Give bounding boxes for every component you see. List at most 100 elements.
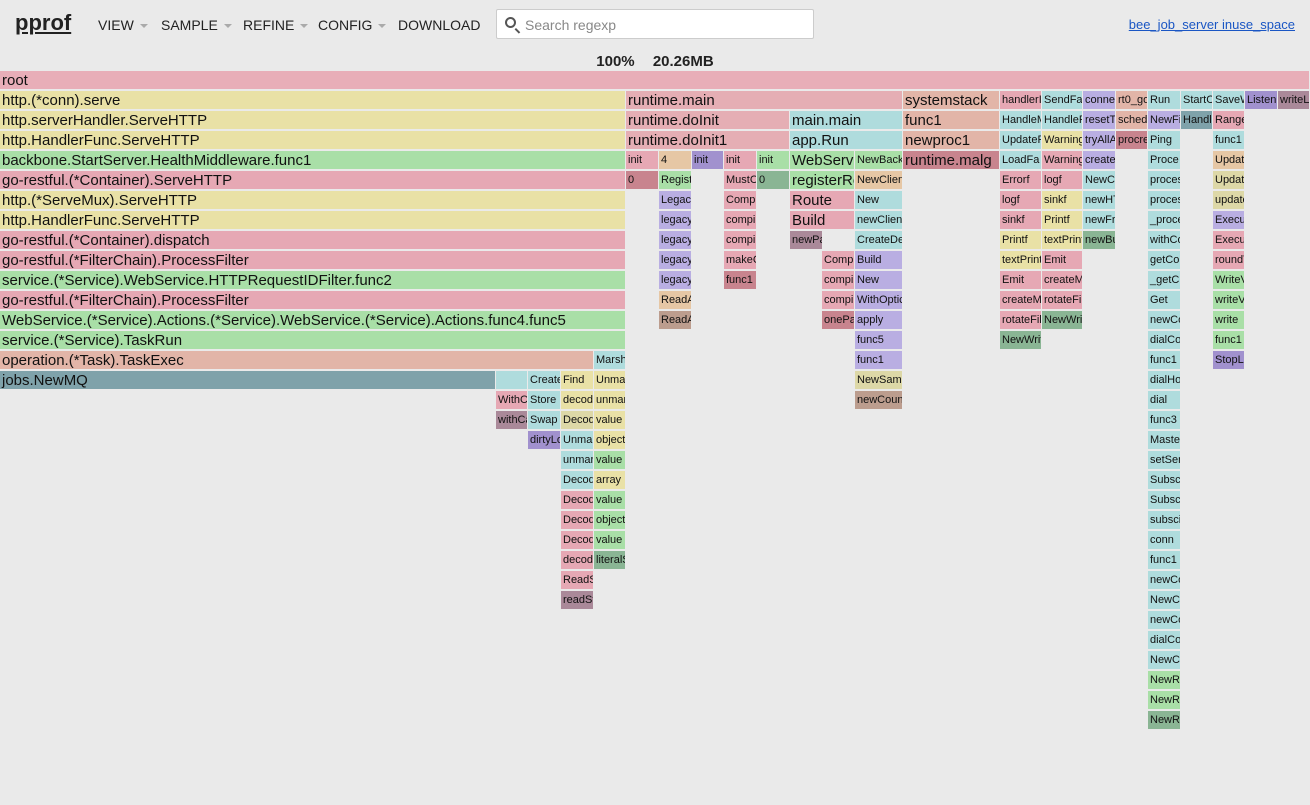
flame-frame[interactable]: update xyxy=(1213,191,1245,210)
flame-frame[interactable]: NewFi xyxy=(1148,111,1181,130)
flame-frame[interactable]: WebService.(*Service).Actions.(*Service)… xyxy=(0,311,626,330)
flame-frame[interactable]: Legac xyxy=(659,191,692,210)
flame-frame[interactable]: sinkf xyxy=(1042,191,1083,210)
flame-frame[interactable]: NewR xyxy=(1148,671,1181,690)
flame-frame[interactable]: array xyxy=(594,471,626,490)
flame-frame[interactable]: registerRoute xyxy=(790,171,855,190)
flame-frame[interactable]: compi xyxy=(822,291,855,310)
flame-frame[interactable]: Emit xyxy=(1042,251,1083,270)
flame-frame[interactable]: writeV xyxy=(1213,291,1245,310)
flame-frame[interactable]: LoadFa xyxy=(1000,151,1042,170)
flame-frame[interactable]: Emit xyxy=(1000,271,1042,290)
flame-frame[interactable]: NewC xyxy=(1148,651,1181,670)
flame-frame[interactable]: conne xyxy=(1083,91,1116,110)
flame-frame[interactable]: textPrint xyxy=(1042,231,1083,250)
flame-frame[interactable]: NewClien xyxy=(855,171,903,190)
flame-frame[interactable]: compi xyxy=(724,231,757,250)
flame-frame[interactable]: http.HandlerFunc.ServeHTTP xyxy=(0,131,626,150)
flame-frame[interactable]: runtime.doInit1 xyxy=(626,131,790,150)
flame-frame[interactable]: newBu xyxy=(1083,231,1116,250)
flame-frame[interactable]: procre xyxy=(1116,131,1148,150)
flame-frame[interactable]: Warning xyxy=(1042,131,1083,150)
flame-frame[interactable]: SaveW xyxy=(1213,91,1245,110)
flame-frame[interactable]: dial xyxy=(1148,391,1181,410)
flame-frame[interactable]: runtime.main xyxy=(626,91,903,110)
flame-frame[interactable]: Route xyxy=(790,191,855,210)
flame-frame[interactable]: Ping xyxy=(1148,131,1181,150)
flame-frame[interactable]: Subsc xyxy=(1148,491,1181,510)
flame-frame[interactable]: NewWrit xyxy=(1000,331,1042,350)
flame-frame[interactable]: Listen xyxy=(1245,91,1278,110)
flame-frame[interactable]: NewBack xyxy=(855,151,903,170)
flame-frame[interactable]: go-restful.(*Container).dispatch xyxy=(0,231,626,250)
pprof-logo[interactable]: pprof xyxy=(15,10,71,36)
flame-frame[interactable]: decod xyxy=(561,391,594,410)
flame-frame[interactable]: Compi xyxy=(822,251,855,270)
flame-frame[interactable]: newPathExpr xyxy=(790,231,823,250)
flame-frame[interactable]: NewR xyxy=(1148,711,1181,730)
flame-frame[interactable]: service.(*Service).TaskRun xyxy=(0,331,626,350)
flame-frame[interactable]: WithOptic xyxy=(855,291,903,310)
flame-frame[interactable]: Printf xyxy=(1000,231,1042,250)
flame-frame[interactable]: jobs.NewMQ xyxy=(0,371,496,390)
flame-frame[interactable]: init xyxy=(626,151,659,170)
flame-frame[interactable]: Unma xyxy=(594,371,626,390)
flame-frame[interactable]: root xyxy=(0,71,1310,90)
flame-frame[interactable]: Handl xyxy=(1181,111,1213,130)
profile-name-link[interactable]: bee_job_server inuse_space xyxy=(1129,17,1295,32)
flame-frame[interactable]: func1 xyxy=(1148,351,1181,370)
flame-frame[interactable]: rt0_go xyxy=(1116,91,1148,110)
flame-frame[interactable]: apply xyxy=(855,311,903,330)
flame-frame[interactable]: setSer xyxy=(1148,451,1181,470)
flame-frame[interactable]: createM xyxy=(1000,291,1042,310)
flame-frame[interactable]: NewC xyxy=(1148,591,1181,610)
flame-frame[interactable]: init xyxy=(757,151,790,170)
flame-frame[interactable]: WriteV xyxy=(1213,271,1245,290)
flame-frame[interactable]: sched xyxy=(1116,111,1148,130)
flame-frame[interactable]: sinkf xyxy=(1000,211,1042,230)
flame-frame[interactable]: value xyxy=(594,491,626,510)
flame-frame[interactable]: _proce xyxy=(1148,211,1181,230)
flame-frame[interactable]: object xyxy=(594,511,626,530)
flame-frame[interactable]: createM xyxy=(1042,271,1083,290)
flame-frame[interactable]: textPrint xyxy=(1000,251,1042,270)
flame-frame[interactable]: readSt xyxy=(561,591,594,610)
flame-frame[interactable]: CreateDe xyxy=(855,231,903,250)
flame-frame[interactable]: MustC xyxy=(724,171,757,190)
flame-frame[interactable]: withCo xyxy=(1148,231,1181,250)
flame-frame[interactable]: Subsc xyxy=(1148,471,1181,490)
flame-frame[interactable]: New xyxy=(855,191,903,210)
flame-frame[interactable]: init xyxy=(724,151,757,170)
flame-frame[interactable]: func1 xyxy=(1148,551,1181,570)
flame-frame[interactable]: Run xyxy=(1148,91,1181,110)
flame-frame[interactable]: onePa xyxy=(822,311,855,330)
flame-frame[interactable]: handlerI xyxy=(1000,91,1042,110)
flame-frame[interactable]: http.(*ServeMux).ServeHTTP xyxy=(0,191,626,210)
flame-frame[interactable]: 0 xyxy=(757,171,790,190)
flame-frame[interactable]: logf xyxy=(1042,171,1083,190)
flame-frame[interactable]: Comp xyxy=(724,191,757,210)
flame-frame[interactable]: runtime.doInit xyxy=(626,111,790,130)
flame-frame[interactable]: dirtyLo xyxy=(528,431,561,450)
flame-frame[interactable]: value xyxy=(594,451,626,470)
flame-frame[interactable]: UpdateF xyxy=(1000,131,1042,150)
flame-frame[interactable]: service.(*Service).WebService.HTTPReques… xyxy=(0,271,626,290)
flame-frame[interactable]: proces xyxy=(1148,171,1181,190)
flame-frame[interactable]: Execu xyxy=(1213,211,1245,230)
flame-frame[interactable]: func1 xyxy=(855,351,903,370)
flame-frame[interactable]: StopL xyxy=(1213,351,1245,370)
flame-frame[interactable]: func3 xyxy=(1148,411,1181,430)
search-box[interactable] xyxy=(496,9,814,39)
flame-frame[interactable]: runtime.malg xyxy=(903,151,1000,170)
flame-frame[interactable]: newCo xyxy=(1148,611,1181,630)
flame-frame[interactable]: newproc1 xyxy=(903,131,1000,150)
flame-frame[interactable]: WithC xyxy=(496,391,528,410)
flame-frame[interactable]: go-restful.(*FilterChain).ProcessFilter xyxy=(0,251,626,270)
flame-frame[interactable]: WebService xyxy=(790,151,855,170)
flame-frame[interactable]: Find xyxy=(561,371,594,390)
flame-frame[interactable]: Updat xyxy=(1213,171,1245,190)
flame-frame[interactable]: writeL xyxy=(1278,91,1310,110)
flame-frame[interactable]: SendFa xyxy=(1042,91,1083,110)
flame-frame[interactable]: 4 xyxy=(659,151,692,170)
flame-frame[interactable]: StartC xyxy=(1181,91,1213,110)
